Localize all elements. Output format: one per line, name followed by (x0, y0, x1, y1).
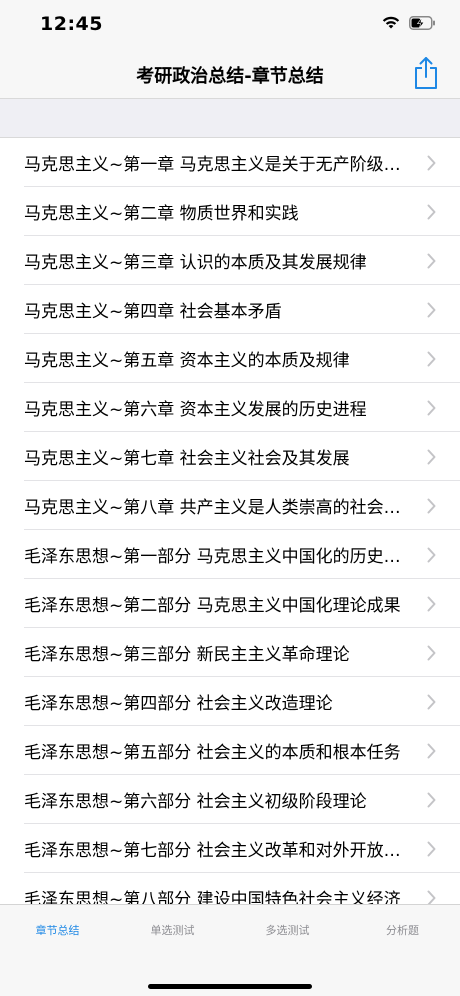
share-icon (415, 57, 437, 89)
tab-single-choice-test[interactable]: 单选测试 (115, 905, 230, 955)
list-item[interactable]: 马克思主义~第五章 资本主义的本质及规律 (0, 334, 460, 383)
chapter-list[interactable]: 马克思主义~第一章 马克思主义是关于无产阶级和人类解放的科学 马克思主义~第二章… (0, 138, 460, 904)
navigation-bar: 考研政治总结-章节总结 (0, 50, 460, 99)
list-item-label: 马克思主义~第一章 马克思主义是关于无产阶级和人类解放的科学 (24, 155, 408, 175)
list-item-label: 毛泽东思想~第四部分 社会主义改造理论 (24, 694, 333, 714)
tab-analysis-questions[interactable]: 分析题 (345, 905, 460, 955)
list-item[interactable]: 毛泽东思想~第七部分 社会主义改革和对外开放理论 (0, 824, 460, 873)
status-bar: 12:45 (0, 0, 460, 50)
status-time: 12:45 (40, 13, 103, 35)
list-item[interactable]: 马克思主义~第四章 社会基本矛盾 (0, 285, 460, 334)
section-header (0, 99, 460, 138)
app-screen: 12:45 考研政治总结-章节总结 马克思主义~第一章 马克思主义是关于无产阶级… (0, 0, 460, 996)
chevron-right-icon (427, 547, 436, 562)
status-icons (381, 15, 436, 30)
list-item-label: 毛泽东思想~第八部分 建设中国特色社会主义经济 (24, 890, 401, 904)
list-item[interactable]: 马克思主义~第一章 马克思主义是关于无产阶级和人类解放的科学 (0, 138, 460, 187)
wifi-icon (381, 15, 401, 30)
list-item[interactable]: 马克思主义~第二章 物质世界和实践 (0, 187, 460, 236)
chevron-right-icon (427, 253, 436, 268)
list-item[interactable]: 毛泽东思想~第三部分 新民主主义革命理论 (0, 628, 460, 677)
chevron-right-icon (427, 841, 436, 856)
chevron-right-icon (427, 498, 436, 513)
tab-bar: 章节总结 单选测试 多选测试 分析题 (0, 904, 460, 996)
list-item-label: 马克思主义~第五章 资本主义的本质及规律 (24, 351, 350, 371)
home-indicator (148, 984, 312, 989)
tab-chapter-summary[interactable]: 章节总结 (0, 905, 115, 955)
chevron-right-icon (427, 449, 436, 464)
list-item[interactable]: 毛泽东思想~第五部分 社会主义的本质和根本任务 (0, 726, 460, 775)
tab-multiple-choice-test[interactable]: 多选测试 (230, 905, 345, 955)
list-item[interactable]: 毛泽东思想~第四部分 社会主义改造理论 (0, 677, 460, 726)
list-item-label: 毛泽东思想~第一部分 马克思主义中国化的历史进程 (24, 547, 408, 567)
list-item[interactable]: 毛泽东思想~第二部分 马克思主义中国化理论成果 (0, 579, 460, 628)
list-item-label: 毛泽东思想~第五部分 社会主义的本质和根本任务 (24, 743, 401, 763)
chevron-right-icon (427, 645, 436, 660)
list-item[interactable]: 马克思主义~第七章 社会主义社会及其发展 (0, 432, 460, 481)
list-item-label: 马克思主义~第四章 社会基本矛盾 (24, 302, 282, 322)
list-item-label: 马克思主义~第六章 资本主义发展的历史进程 (24, 400, 367, 420)
chevron-right-icon (427, 596, 436, 611)
chevron-right-icon (427, 204, 436, 219)
list-item-label: 毛泽东思想~第六部分 社会主义初级阶段理论 (24, 792, 367, 812)
list-item-label: 马克思主义~第七章 社会主义社会及其发展 (24, 449, 350, 469)
list-item[interactable]: 马克思主义~第六章 资本主义发展的历史进程 (0, 383, 460, 432)
list-item[interactable]: 毛泽东思想~第八部分 建设中国特色社会主义经济 (0, 873, 460, 904)
list-item[interactable]: 毛泽东思想~第一部分 马克思主义中国化的历史进程 (0, 530, 460, 579)
chevron-right-icon (427, 792, 436, 807)
chevron-right-icon (427, 155, 436, 170)
chevron-right-icon (427, 890, 436, 904)
chevron-right-icon (427, 694, 436, 709)
list-item-label: 马克思主义~第二章 物质世界和实践 (24, 204, 299, 224)
battery-charging-icon (409, 15, 436, 30)
page-title: 考研政治总结-章节总结 (136, 66, 324, 87)
list-item-label: 马克思主义~第八章 共产主义是人类崇高的社会理想 (24, 498, 408, 518)
list-item-label: 马克思主义~第三章 认识的本质及其发展规律 (24, 253, 367, 273)
list-item[interactable]: 马克思主义~第八章 共产主义是人类崇高的社会理想 (0, 481, 460, 530)
chevron-right-icon (427, 302, 436, 317)
chevron-right-icon (427, 743, 436, 758)
list-item[interactable]: 马克思主义~第三章 认识的本质及其发展规律 (0, 236, 460, 285)
list-item-label: 毛泽东思想~第二部分 马克思主义中国化理论成果 (24, 596, 401, 616)
chevron-right-icon (427, 400, 436, 415)
list-item-label: 毛泽东思想~第七部分 社会主义改革和对外开放理论 (24, 841, 408, 861)
chevron-right-icon (427, 351, 436, 366)
list-item[interactable]: 毛泽东思想~第六部分 社会主义初级阶段理论 (0, 775, 460, 824)
list-item-label: 毛泽东思想~第三部分 新民主主义革命理论 (24, 645, 350, 665)
share-button[interactable] (412, 56, 440, 90)
